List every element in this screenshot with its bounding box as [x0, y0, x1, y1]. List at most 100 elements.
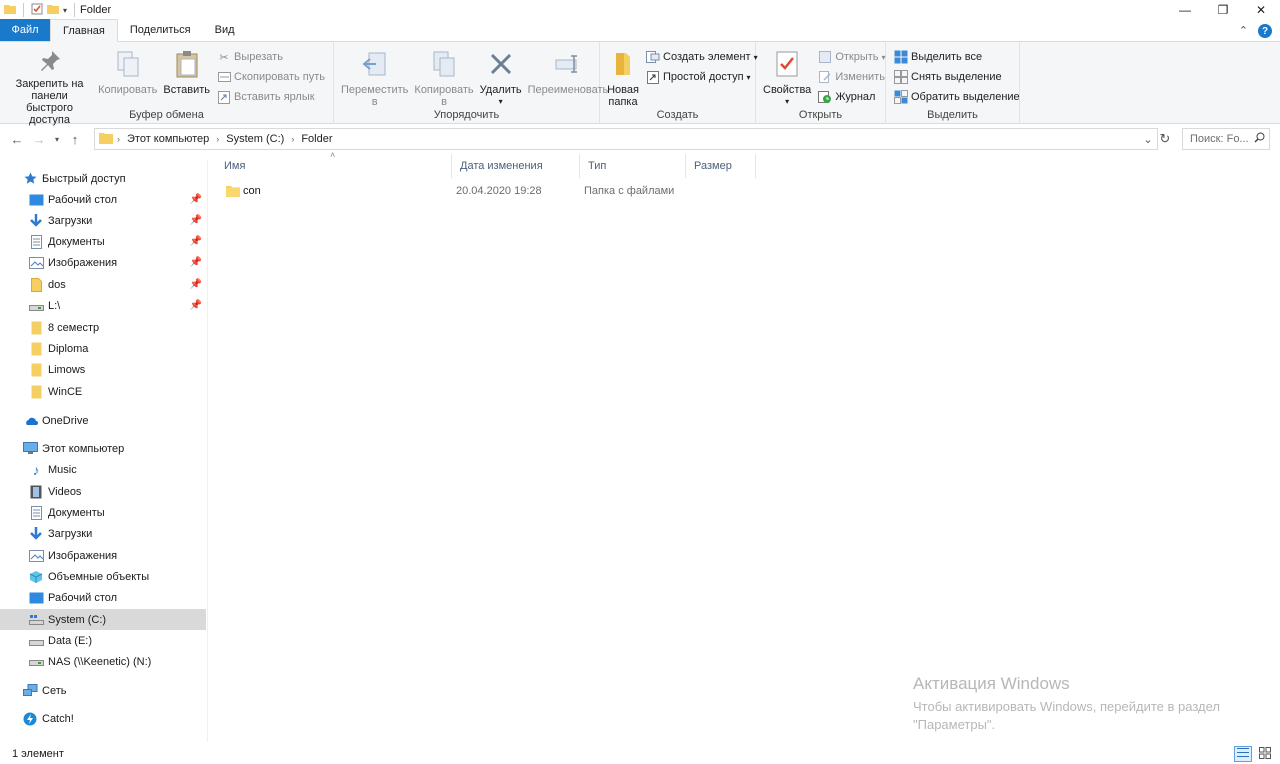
- chevron-right-icon[interactable]: ›: [117, 134, 120, 144]
- pin-icon[interactable]: 📌: [190, 194, 202, 205]
- sidebar-item-pc-desktop[interactable]: Рабочий стол: [0, 587, 206, 608]
- address-dropdown-button[interactable]: ⌄: [1139, 133, 1157, 146]
- sidebar-item-label: OneDrive: [42, 414, 89, 427]
- refresh-button[interactable]: ↻: [1156, 128, 1174, 150]
- sidebar-item-videos[interactable]: Videos: [0, 481, 206, 502]
- sidebar-item-onedrive[interactable]: OneDrive: [0, 410, 206, 431]
- maximize-button[interactable]: ❐: [1204, 0, 1242, 20]
- catch-icon: [22, 711, 38, 727]
- watermark-line-1: Чтобы активировать Windows, перейдите в …: [913, 699, 1220, 714]
- pin-icon[interactable]: 📌: [190, 257, 202, 268]
- new-folder-icon[interactable]: [47, 3, 59, 18]
- computer-icon: [22, 441, 38, 457]
- sidebar-item-quick-access[interactable]: Быстрый доступ: [0, 168, 206, 189]
- sidebar-item-label: Изображения: [48, 549, 118, 562]
- sidebar-item-dos[interactable]: dos 📌: [0, 274, 206, 295]
- back-button[interactable]: ←: [6, 132, 28, 147]
- sidebar-item-downloads[interactable]: Загрузки 📌: [0, 210, 206, 231]
- breadcrumb-this-pc[interactable]: Этот компьютер: [124, 133, 212, 145]
- breadcrumb-folder[interactable]: Folder: [298, 133, 335, 145]
- pin-icon[interactable]: 📌: [190, 215, 202, 226]
- sidebar-item-pc-downloads[interactable]: Загрузки: [0, 523, 206, 544]
- pin-label-1: Закрепить на панели: [15, 78, 84, 102]
- pin-icon[interactable]: 📌: [190, 236, 202, 247]
- chevron-right-icon[interactable]: ›: [216, 134, 219, 144]
- history-button[interactable]: Журнал: [818, 89, 885, 105]
- details-view-button[interactable]: [1234, 746, 1252, 762]
- large-icons-view-button[interactable]: [1256, 746, 1274, 762]
- new-item-button[interactable]: Создать элемент ▾: [646, 49, 758, 65]
- address-bar[interactable]: › Этот компьютер › System (C:) › Folder …: [94, 128, 1158, 150]
- group-label-open: Открыть: [798, 109, 843, 121]
- minimize-button[interactable]: —: [1166, 0, 1204, 20]
- pin-icon[interactable]: 📌: [190, 300, 202, 311]
- search-input[interactable]: Поиск: Fo...: [1190, 133, 1249, 145]
- close-button[interactable]: ✕: [1242, 0, 1280, 20]
- chevron-down-icon: ▾: [54, 134, 59, 144]
- forward-button[interactable]: →: [28, 132, 50, 147]
- open-button[interactable]: Открыть ▾: [818, 49, 886, 65]
- help-icon[interactable]: ?: [1258, 24, 1272, 38]
- edit-button[interactable]: Изменить: [818, 69, 885, 85]
- sidebar-item-label: NAS (\\Keenetic) (N:): [48, 655, 152, 668]
- breadcrumb-system-c[interactable]: System (C:): [223, 133, 287, 145]
- sidebar-item-system-c[interactable]: System (C:): [0, 609, 206, 630]
- recent-locations-button[interactable]: ▾: [50, 135, 64, 144]
- sidebar-item-pictures[interactable]: Изображения 📌: [0, 252, 206, 273]
- cut-button[interactable]: ✂ Вырезать: [217, 49, 325, 65]
- sidebar-item-music[interactable]: ♪ Music: [0, 459, 206, 480]
- sidebar-item-limows[interactable]: Limows: [0, 359, 206, 380]
- table-row[interactable]: con 20.04.2020 19:28 Папка с файлами: [216, 181, 756, 201]
- pin-icon[interactable]: 📌: [190, 279, 202, 290]
- copy-icon: [117, 51, 139, 77]
- column-header-name[interactable]: Имя: [216, 154, 452, 178]
- sidebar-item-documents[interactable]: Документы 📌: [0, 231, 206, 252]
- sidebar-item-desktop[interactable]: Рабочий стол 📌: [0, 189, 206, 210]
- invert-selection-button[interactable]: Обратить выделение: [894, 89, 1020, 105]
- sidebar-item-wince[interactable]: WinCE: [0, 381, 206, 402]
- watermark-title: Активация Windows: [913, 674, 1070, 693]
- move-to-icon: [362, 52, 386, 76]
- select-all-button[interactable]: Выделить все: [894, 49, 1020, 65]
- sidebar-item-3d-objects[interactable]: Объемные объекты: [0, 566, 206, 587]
- tab-share[interactable]: Поделиться: [118, 19, 203, 41]
- sidebar-item-label: Data (E:): [48, 634, 93, 647]
- group-label-clipboard: Буфер обмена: [129, 109, 204, 121]
- search-box[interactable]: Поиск: Fo...: [1182, 128, 1270, 150]
- sidebar-item-catch[interactable]: Catch!: [0, 708, 206, 729]
- sidebar-item-8-semester[interactable]: 8 семестр: [0, 317, 206, 338]
- sidebar-item-data-e[interactable]: Data (E:): [0, 630, 206, 651]
- sidebar-item-pc-pictures[interactable]: Изображения: [0, 545, 206, 566]
- column-header-size[interactable]: Размер: [686, 154, 756, 178]
- chevron-down-icon[interactable]: ▾: [63, 6, 67, 15]
- up-button[interactable]: ↑: [64, 132, 86, 147]
- paste-shortcut-button[interactable]: Вставить ярлык: [217, 89, 325, 105]
- sidebar-item-this-pc[interactable]: Этот компьютер: [0, 438, 206, 459]
- column-header-date[interactable]: Дата изменения: [452, 154, 580, 178]
- sidebar-item-network[interactable]: Сеть: [0, 680, 206, 701]
- column-header-type[interactable]: Тип: [580, 154, 686, 178]
- search-icon: [1254, 132, 1265, 146]
- sidebar-item-nas-n[interactable]: NAS (\\Keenetic) (N:): [0, 651, 206, 672]
- sidebar-item-l-drive[interactable]: L:\ 📌: [0, 295, 206, 316]
- file-type: Папка с файлами: [584, 185, 675, 197]
- select-none-button[interactable]: Снять выделение: [894, 69, 1020, 85]
- paste-shortcut-label: Вставить ярлык: [234, 91, 315, 103]
- copy-path-button[interactable]: Скопировать путь: [217, 69, 325, 85]
- sidebar-item-label: Этот компьютер: [42, 442, 125, 455]
- tab-home[interactable]: Главная: [50, 19, 118, 42]
- paste-shortcut-icon: [217, 90, 231, 104]
- easy-access-button[interactable]: Простой доступ ▾: [646, 69, 758, 85]
- chevron-right-icon[interactable]: ›: [291, 134, 294, 144]
- folder-icon: [99, 131, 113, 147]
- tab-file[interactable]: Файл: [0, 19, 50, 41]
- chevron-up-icon[interactable]: ⌃: [1239, 24, 1248, 38]
- sidebar-item-diploma[interactable]: Diploma: [0, 338, 206, 359]
- tab-view[interactable]: Вид: [203, 19, 247, 41]
- sidebar-item-pc-documents[interactable]: Документы: [0, 502, 206, 523]
- properties-icon[interactable]: [31, 3, 43, 18]
- network-drive-icon: [28, 298, 44, 314]
- edit-label: Изменить: [835, 71, 885, 83]
- navigation-bar: ← → ▾ ↑ › Этот компьютер › System (C:) ›…: [0, 126, 1280, 152]
- toolbar-divider: [23, 3, 24, 17]
